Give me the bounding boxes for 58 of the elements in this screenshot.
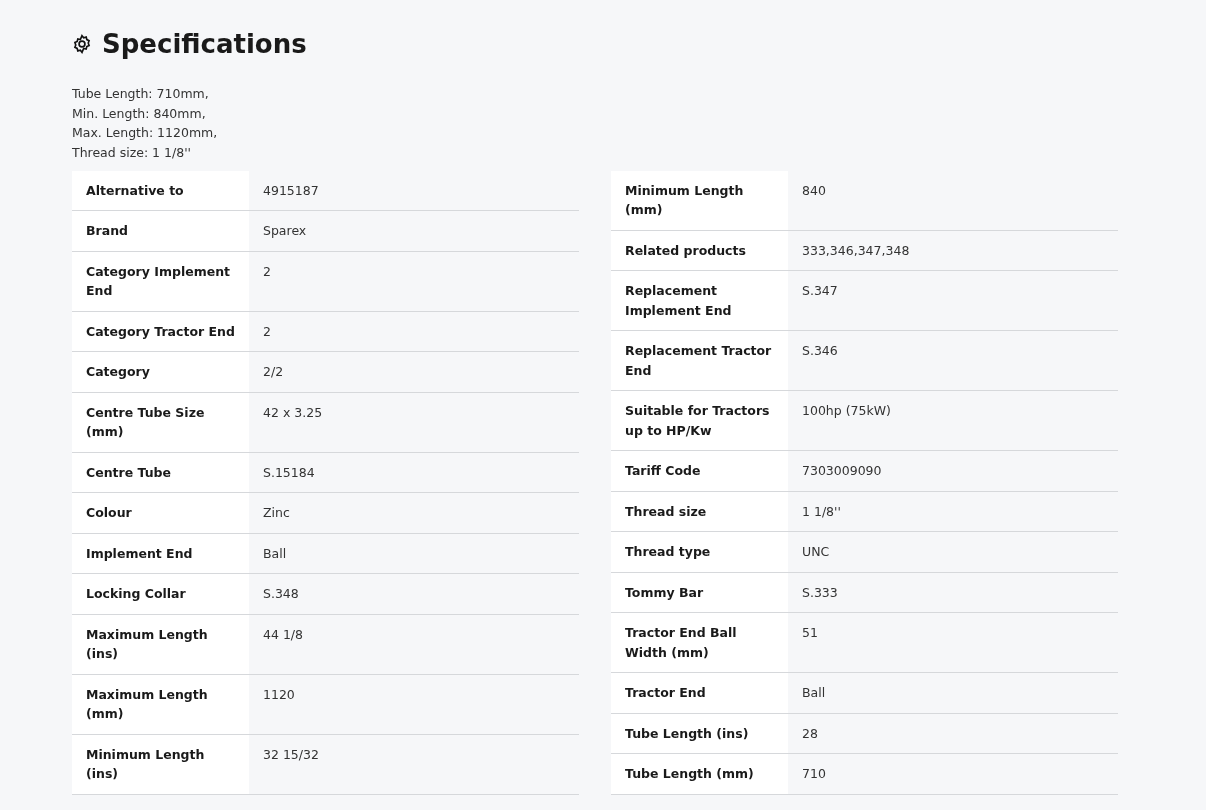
spec-label: Category Implement End [72,251,249,312]
spec-value: 42 x 3.25 [249,392,579,453]
spec-value: 840 [788,170,1118,231]
spec-label: Related products [611,230,788,271]
description-line: Max. Length: 1120mm, [72,124,219,143]
spec-value: Ball [249,533,579,574]
spec-label: Category Tractor End [72,311,249,352]
spec-value: 1120 [249,674,579,735]
spec-label: Tommy Bar [611,572,788,613]
description-line: Min. Length: 840mm, [72,104,207,123]
spec-value: 2 [249,311,579,352]
spec-label: Tariff Code [611,450,788,492]
spec-value: S.347 [788,270,1118,331]
spec-label: Tractor End Ball Width (mm) [611,612,788,673]
spec-label: Category [72,351,249,393]
spec-label: Maximum Length (mm) [72,674,249,735]
spec-value: 710 [788,753,1118,795]
spec-label: Tractor End [611,672,788,714]
spec-value: 2 [249,251,579,312]
spec-label: Locking Collar [72,573,249,615]
settings-icon [72,34,92,54]
spec-value: S.348 [249,573,579,615]
spec-value: S.333 [788,572,1118,613]
spec-value: 28 [788,713,1118,754]
spec-value: 1 1/8'' [788,491,1118,532]
spec-label: Minimum Length (mm) [611,170,788,231]
spec-value: 2/2 [249,351,579,393]
spec-label: Centre Tube Size (mm) [72,392,249,453]
spec-label: Thread size [611,491,788,532]
spec-label: Tube Length (ins) [611,713,788,754]
spec-label: Replacement Implement End [611,270,788,331]
spec-label: Tube Length (mm) [611,753,788,795]
spec-value: Sparex [249,210,579,252]
spec-label: Alternative to [72,170,249,211]
spec-label: Brand [72,210,249,252]
spec-value: UNC [788,531,1118,573]
spec-value: 4915187 [249,170,579,211]
spec-value: 100hp (75kW) [788,390,1118,451]
description-line: Thread size: 1 1/8'' [72,144,193,163]
spec-value: 333,346,347,348 [788,230,1118,271]
spec-value: 51 [788,612,1118,673]
spec-label: Colour [72,492,249,534]
spec-label: Suitable for Tractors up to HP/Kw [611,390,788,451]
spec-value: 7303009090 [788,450,1118,492]
spec-value: 44 1/8 [249,614,579,675]
spec-label: Implement End [72,533,249,574]
spec-label: Maximum Length (ins) [72,614,249,675]
spec-value: Zinc [249,492,579,534]
spec-value: Ball [788,672,1118,714]
spec-label: Centre Tube [72,452,249,493]
spec-value: 32 15/32 [249,734,579,795]
description-line: Tube Length: 710mm, [72,85,210,103]
spec-value: S.15184 [249,452,579,493]
spec-label: Minimum Length (ins) [72,734,249,795]
spec-label: Replacement Tractor End [611,330,788,391]
spec-value: S.346 [788,330,1118,391]
spec-label: Thread type [611,531,788,573]
section-title: Specifications [102,28,307,61]
